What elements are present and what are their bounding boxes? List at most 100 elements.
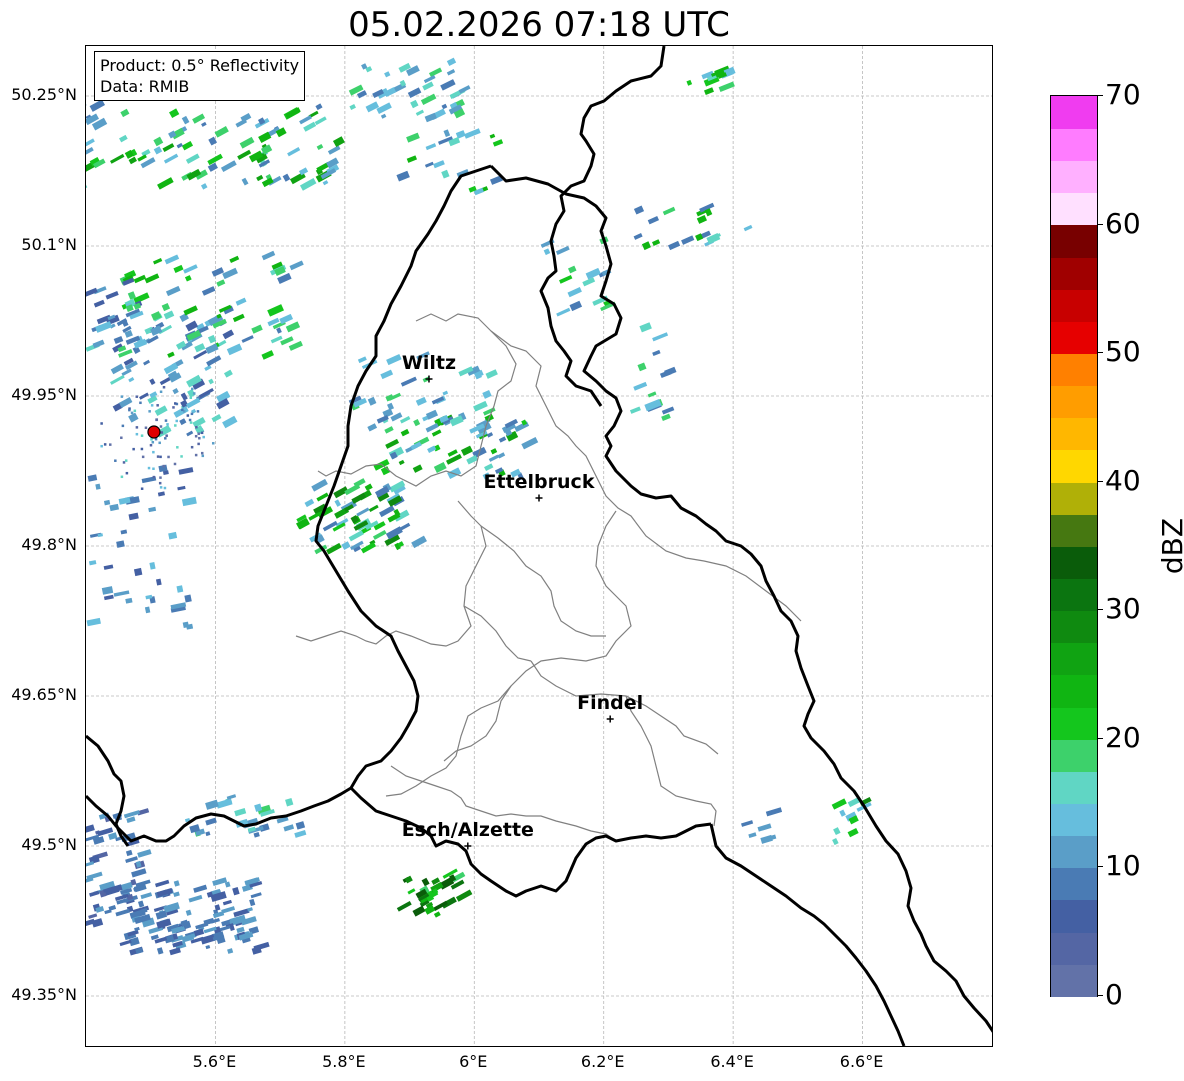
radar-clutter xyxy=(190,445,194,449)
lon-tick-label: 6.2°E xyxy=(580,1052,625,1071)
radar-echo xyxy=(181,115,190,125)
radar-echo xyxy=(203,926,217,934)
colorbar-segment xyxy=(1051,738,1097,772)
radar-echo xyxy=(167,351,175,358)
radar-echo xyxy=(154,405,168,416)
radar-site-dot xyxy=(147,425,161,439)
radar-clutter xyxy=(114,459,117,462)
radar-clutter xyxy=(174,402,177,405)
radar-clutter xyxy=(140,434,144,437)
colorbar-segment xyxy=(1051,706,1097,740)
radar-echo xyxy=(249,898,256,907)
radar-echo xyxy=(222,899,232,906)
radar-clutter xyxy=(191,387,194,391)
radar-echo xyxy=(161,302,171,312)
product-label: Product: 0.5° Reflectivity xyxy=(100,56,300,75)
radar-echo xyxy=(156,947,164,955)
radar-echo xyxy=(131,868,147,878)
radar-echo xyxy=(662,206,676,216)
radar-echo xyxy=(211,414,222,423)
radar-clutter xyxy=(164,419,168,422)
radar-echo xyxy=(214,126,229,138)
radar-echo xyxy=(348,530,364,542)
radar-echo xyxy=(415,396,427,406)
radar-clutter xyxy=(155,418,159,421)
radar-echo xyxy=(212,877,228,887)
radar-clutter xyxy=(128,408,131,412)
radar-clutter xyxy=(197,442,200,446)
radar-echo xyxy=(424,161,434,168)
radar-echo xyxy=(113,590,130,597)
radar-echo xyxy=(157,177,174,190)
radar-echo xyxy=(282,173,291,182)
radar-echo xyxy=(226,794,237,800)
radar-echo xyxy=(464,128,481,139)
colorbar-segment xyxy=(1051,867,1097,901)
radar-echo xyxy=(229,255,240,264)
radar-clutter xyxy=(120,475,124,479)
radar-echo xyxy=(180,392,188,401)
radar-echo xyxy=(372,529,387,540)
radar-clutter xyxy=(124,459,128,462)
city-marker: Ettelbruck xyxy=(484,471,595,502)
radar-clutter xyxy=(147,466,151,470)
radar-echo xyxy=(316,144,324,151)
radar-echo xyxy=(125,849,133,857)
radar-echo xyxy=(364,483,373,491)
radar-clutter xyxy=(194,435,198,438)
radar-echo xyxy=(110,363,124,375)
radar-echo xyxy=(431,429,442,437)
radar-echo xyxy=(86,102,87,110)
radar-clutter xyxy=(194,453,198,457)
radar-echo xyxy=(489,133,496,139)
colorbar-tick-label: 30 xyxy=(1105,592,1141,626)
radar-echo xyxy=(422,81,434,91)
radar-echo xyxy=(204,365,212,372)
radar-echo xyxy=(314,116,327,126)
radar-echo xyxy=(633,233,643,240)
radar-echo xyxy=(93,299,105,308)
radar-echo xyxy=(833,827,841,836)
radar-echo xyxy=(128,377,135,383)
radar-clutter xyxy=(139,401,142,405)
radar-echo xyxy=(149,378,156,386)
radar-echo xyxy=(765,807,783,817)
radar-echo xyxy=(486,432,494,438)
radar-echo xyxy=(181,140,194,151)
radar-clutter xyxy=(163,486,167,490)
radar-echo xyxy=(128,512,139,521)
colorbar-tick-label: 60 xyxy=(1105,206,1141,240)
radar-echo xyxy=(113,335,124,345)
radar-echo xyxy=(184,275,192,282)
radar-echo xyxy=(446,453,462,465)
colorbar-tick-label: 40 xyxy=(1105,463,1141,497)
radar-echo xyxy=(567,287,582,298)
radar-echo xyxy=(455,889,473,902)
radar-echo xyxy=(696,214,707,224)
radar-echo xyxy=(108,905,117,911)
radar-echo xyxy=(216,279,226,287)
radar-echo xyxy=(226,343,243,356)
colorbar-tick xyxy=(1097,352,1103,354)
radar-echo xyxy=(410,99,419,109)
radar-clutter xyxy=(167,455,170,459)
radar-clutter xyxy=(122,461,126,464)
radar-echo xyxy=(440,79,456,91)
radar-echo xyxy=(407,888,416,895)
radar-clutter xyxy=(158,481,162,485)
lat-tick-label: 49.5°N xyxy=(21,835,77,854)
radar-echo xyxy=(424,904,436,915)
radar-clutter xyxy=(174,424,177,427)
radar-clutter xyxy=(149,443,153,447)
radar-map[interactable]: Wiltz Ettelbruck Findel Esch/Alzette xyxy=(85,45,993,1047)
district-boundary xyxy=(385,685,512,797)
radar-echo xyxy=(741,820,754,827)
radar-clutter xyxy=(162,386,166,389)
radar-clutter xyxy=(158,441,161,445)
radar-echo xyxy=(193,928,205,937)
radar-echo xyxy=(349,104,356,110)
radar-echo xyxy=(205,944,211,950)
radar-echo xyxy=(185,397,201,409)
radar-echo xyxy=(413,418,421,427)
radar-echo xyxy=(89,890,100,897)
